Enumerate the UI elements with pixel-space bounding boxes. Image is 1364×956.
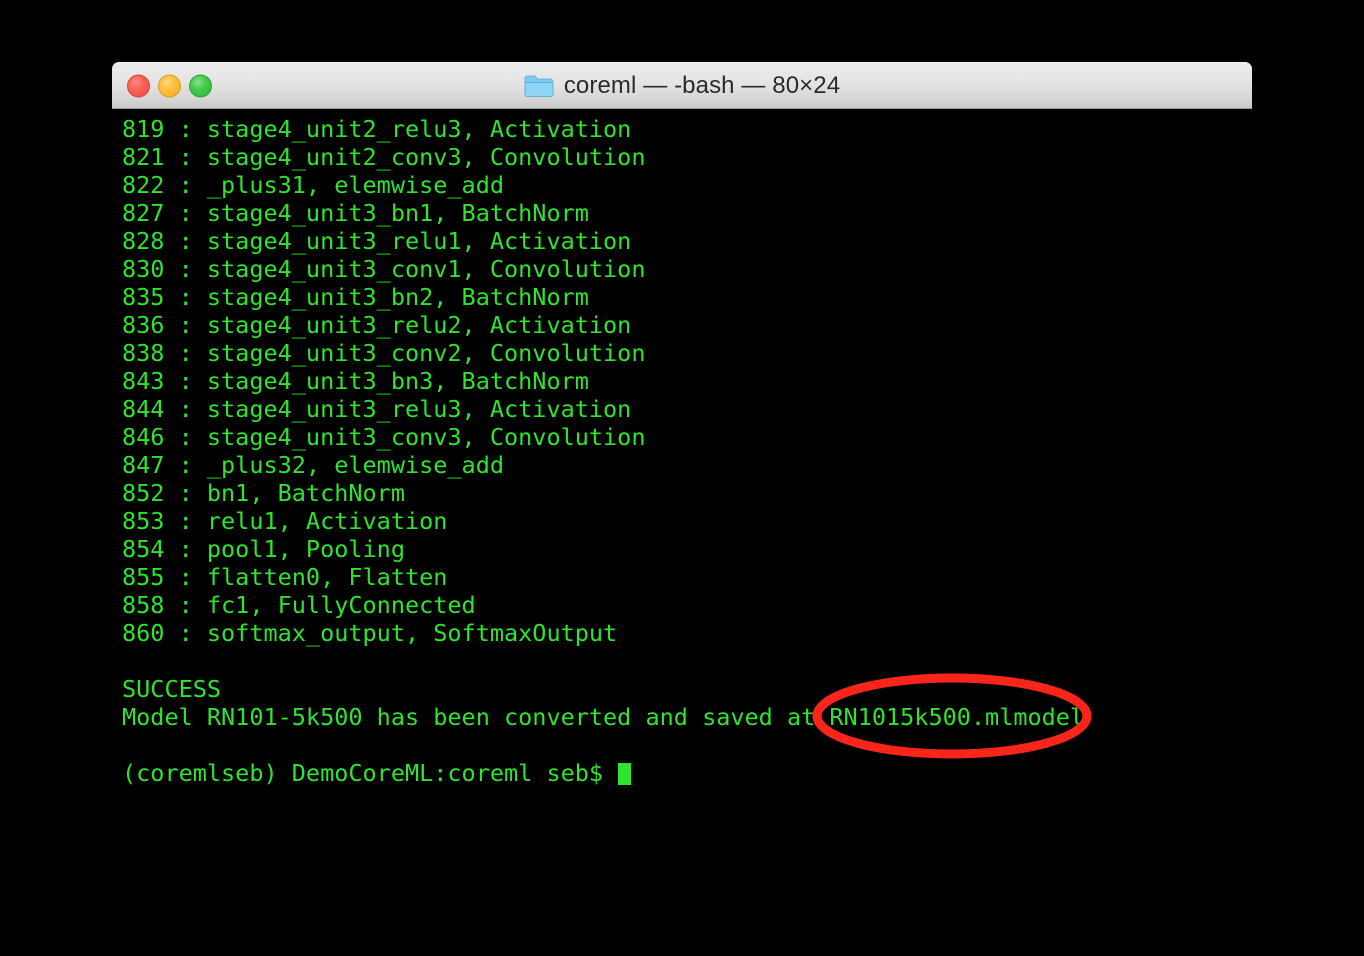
- terminal-line: SUCCESS: [122, 675, 222, 703]
- close-button[interactable]: [127, 74, 150, 97]
- terminal-line: 854 : pool1, Pooling: [122, 535, 405, 563]
- terminal-line: 822 : _plus31, elemwise_add: [122, 171, 505, 199]
- terminal-prompt-text: (coremlseb) DemoCoreML:coreml seb$: [122, 759, 618, 787]
- terminal-prompt-line: (coremlseb) DemoCoreML:coreml seb$: [122, 759, 1252, 787]
- terminal-line: 821 : stage4_unit2_conv3, Convolution: [122, 143, 646, 171]
- window-title: coreml — -bash — 80×24: [563, 71, 841, 99]
- terminal-line: 852 : bn1, BatchNorm: [122, 479, 405, 507]
- terminal-lines: 819 : stage4_unit2_relu3, Activation 821 …: [122, 115, 1252, 787]
- zoom-button[interactable]: [189, 74, 212, 97]
- terminal-line: 847 : _plus32, elemwise_add: [122, 451, 505, 479]
- terminal-line: 843 : stage4_unit3_bn3, BatchNorm: [122, 367, 589, 395]
- terminal-line: 860 : softmax_output, SoftmaxOutput: [122, 619, 618, 647]
- terminal-line: 819 : stage4_unit2_relu3, Activation: [122, 115, 632, 143]
- terminal-line: 844 : stage4_unit3_relu3, Activation: [122, 395, 632, 423]
- terminal-line: 846 : stage4_unit3_conv3, Convolution: [122, 423, 646, 451]
- terminal-line: Model RN101-5k500 has been converted and…: [122, 703, 1085, 731]
- terminal-line: 828 : stage4_unit3_relu1, Activation: [122, 227, 632, 255]
- terminal-output-area[interactable]: 819 : stage4_unit2_relu3, Activation 821 …: [112, 109, 1252, 796]
- terminal-line: 838 : stage4_unit3_conv2, Convolution: [122, 339, 646, 367]
- terminal-cursor: [618, 763, 632, 785]
- terminal-line: 858 : fc1, FullyConnected: [122, 591, 476, 619]
- terminal-line: 835 : stage4_unit3_bn2, BatchNorm: [122, 283, 589, 311]
- window-title-group: coreml — -bash — 80×24: [112, 63, 1252, 108]
- window-controls: [127, 74, 212, 97]
- terminal-window[interactable]: coreml — -bash — 80×24 819 : stage4_unit…: [112, 62, 1252, 796]
- window-title-bar[interactable]: coreml — -bash — 80×24: [112, 62, 1252, 109]
- terminal-line: 855 : flatten0, Flatten: [122, 563, 448, 591]
- minimize-button[interactable]: [158, 74, 181, 97]
- terminal-line: 836 : stage4_unit3_relu2, Activation: [122, 311, 632, 339]
- terminal-line: 853 : relu1, Activation: [122, 507, 448, 535]
- terminal-line: 827 : stage4_unit3_bn1, BatchNorm: [122, 199, 589, 227]
- terminal-line: 830 : stage4_unit3_conv1, Convolution: [122, 255, 646, 283]
- folder-icon: [524, 75, 554, 97]
